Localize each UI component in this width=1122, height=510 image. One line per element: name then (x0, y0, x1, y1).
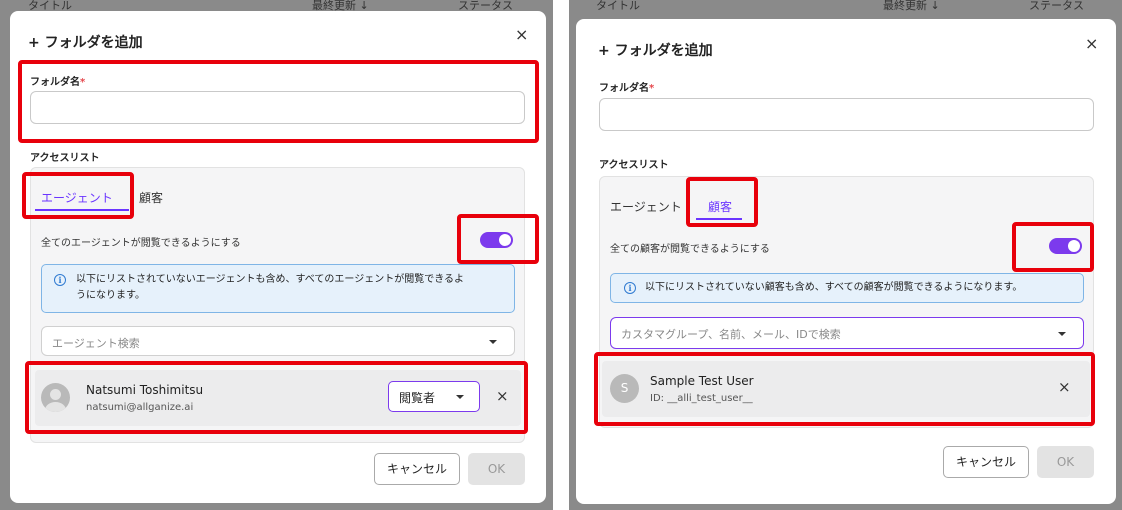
toggle-knob (1068, 240, 1080, 252)
ok-button[interactable]: OK (1037, 446, 1094, 478)
member-row: S Sample Test User ID: __alli_test_user_… (602, 361, 1090, 417)
customer-search-placeholder: カスタマグループ、名前、メール、IDで検索 (621, 328, 841, 341)
close-icon[interactable]: × (1085, 34, 1098, 53)
member-name: Sample Test User (650, 374, 754, 388)
column-updated[interactable]: 最終更新 ↓ (883, 0, 940, 13)
dialog-title: + フォルダを追加 (28, 35, 143, 51)
access-list-label: アクセスリスト (599, 160, 669, 171)
customer-search-select[interactable]: カスタマグループ、名前、メール、IDで検索 (610, 317, 1084, 349)
required-mark: * (80, 77, 86, 88)
background-table-header: タイトル 最終更新 ↓ ステータス (569, 0, 1122, 12)
info-icon: i (54, 274, 66, 286)
remove-member-icon[interactable]: × (496, 387, 509, 405)
member-email: natsumi@allganize.ai (86, 402, 194, 413)
cancel-button[interactable]: キャンセル (943, 446, 1029, 478)
access-list-panel: エージェント 顧客 全ての顧客が閲覧できるようにする i 以下にリストされていな… (599, 176, 1094, 428)
all-customers-toggle[interactable] (1049, 238, 1082, 254)
folder-name-input[interactable] (599, 98, 1094, 131)
role-select-value: 閲覧者 (399, 391, 436, 405)
tab-agent[interactable]: エージェント (610, 198, 682, 215)
member-name: Natsumi Toshimitsu (86, 383, 204, 397)
tab-customer[interactable]: 顧客 (139, 189, 163, 206)
column-status: ステータス (1029, 0, 1084, 12)
active-tab-underline (696, 218, 742, 220)
remove-member-icon[interactable]: × (1058, 378, 1071, 396)
active-tab-underline (35, 209, 129, 211)
required-mark: * (649, 83, 655, 94)
chevron-down-icon (1058, 332, 1066, 336)
folder-name-input[interactable] (30, 91, 525, 124)
chevron-down-icon (489, 340, 497, 344)
ok-button[interactable]: OK (468, 453, 525, 485)
role-select[interactable]: 閲覧者 (388, 381, 480, 412)
folder-name-label: フォルダ名* (599, 83, 655, 94)
add-folder-dialog: + フォルダを追加 × フォルダ名* アクセスリスト エージェント 顧客 全ての… (10, 11, 546, 503)
avatar (41, 383, 70, 412)
left-screenshot: タイトル 最終更新 ↓ ステータス + フォルダを追加 × フォルダ名* アクセ… (0, 0, 553, 510)
info-icon: i (624, 282, 636, 294)
tab-customer[interactable]: 顧客 (708, 198, 732, 215)
access-list-label: アクセスリスト (30, 153, 100, 164)
cancel-button[interactable]: キャンセル (374, 453, 460, 485)
folder-name-label: フォルダ名* (30, 77, 86, 88)
right-screenshot: タイトル 最終更新 ↓ ステータス + フォルダを追加 × フォルダ名* アクセ… (569, 0, 1122, 510)
info-text: 以下にリストされていないエージェントも含め、すべてのエージェントが閲覧できるよ … (76, 274, 464, 301)
info-banner: i 以下にリストされていないエージェントも含め、すべてのエージェントが閲覧できる… (41, 264, 515, 313)
dialog-title: + フォルダを追加 (598, 43, 713, 59)
member-row: Natsumi Toshimitsu natsumi@allganize.ai … (35, 370, 521, 426)
agent-search-select[interactable]: エージェント検索 (41, 326, 515, 356)
info-banner: i 以下にリストされていない顧客も含め、すべての顧客が閲覧できるようになります。 (610, 273, 1084, 303)
tab-agent[interactable]: エージェント (41, 189, 113, 206)
agent-search-placeholder: エージェント検索 (52, 337, 140, 350)
close-icon[interactable]: × (515, 25, 528, 44)
chevron-down-icon (456, 395, 464, 399)
avatar: S (610, 374, 639, 403)
member-id: ID: __alli_test_user__ (650, 393, 753, 404)
toggle-all-customers-label: 全ての顧客が閲覧できるようにする (610, 244, 770, 255)
info-text: 以下にリストされていない顧客も含め、すべての顧客が閲覧できるようになります。 (645, 282, 1023, 293)
toggle-all-agents-label: 全てのエージェントが閲覧できるようにする (41, 238, 241, 249)
all-agents-toggle[interactable] (480, 232, 513, 248)
access-list-panel: エージェント 顧客 全てのエージェントが閲覧できるようにする i 以下にリストさ… (30, 167, 525, 443)
toggle-knob (499, 234, 511, 246)
column-title: タイトル (596, 0, 640, 12)
add-folder-dialog: + フォルダを追加 × フォルダ名* アクセスリスト エージェント 顧客 全ての… (576, 19, 1116, 504)
